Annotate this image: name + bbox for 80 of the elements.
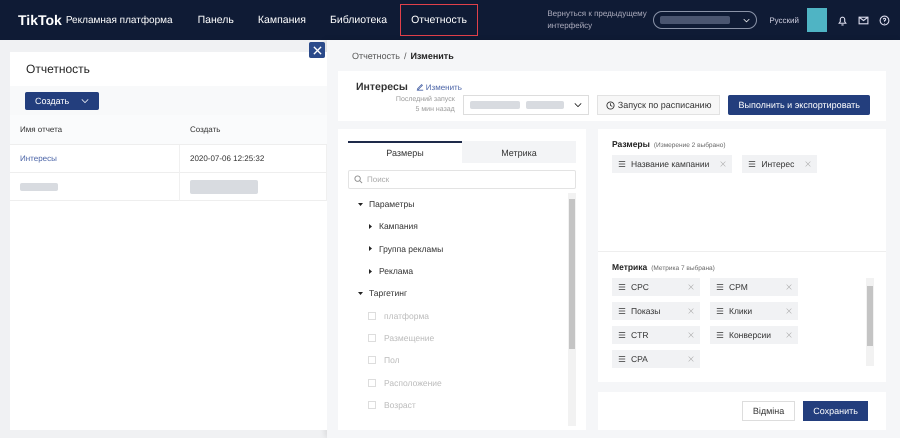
blurred-text	[190, 180, 258, 194]
selected-chip[interactable]: CPM	[710, 278, 798, 296]
remove-icon[interactable]	[786, 332, 792, 338]
save-button[interactable]: Сохранить	[803, 401, 868, 421]
remove-icon[interactable]	[688, 308, 694, 314]
caret-icon	[368, 246, 373, 252]
caret-icon	[368, 224, 373, 229]
scrollbar[interactable]	[568, 193, 576, 426]
tree-item[interactable]: Таргетинг	[358, 282, 568, 304]
scrollbar[interactable]	[866, 278, 874, 366]
remove-icon[interactable]	[688, 356, 694, 362]
selected-chip[interactable]: Клики	[710, 302, 798, 320]
panel-tab[interactable]: Метрика	[462, 141, 576, 163]
close-icon	[312, 46, 322, 54]
avatar-placeholder[interactable]	[807, 8, 827, 32]
drag-handle-icon	[716, 307, 724, 315]
remove-icon[interactable]	[805, 161, 812, 167]
language-label[interactable]: Русский	[769, 16, 799, 24]
selected-chip[interactable]: CPA	[612, 350, 700, 368]
page-title: Отчетность	[25, 61, 91, 78]
drag-handle-icon	[618, 355, 626, 363]
caret-icon	[358, 202, 363, 207]
search-field[interactable]: Поиск	[348, 170, 576, 189]
nav-tab[interactable]: Кампания	[246, 4, 317, 36]
nav-tab[interactable]: Библиотека	[318, 4, 398, 36]
column-header: Имя отчета	[10, 115, 180, 145]
date-select[interactable]	[462, 95, 589, 115]
drag-handle-icon	[618, 283, 626, 291]
tree-item[interactable]: Реклама	[358, 260, 568, 282]
drag-handle-icon	[618, 160, 626, 168]
tree-item[interactable]: Параметры	[358, 193, 568, 216]
logo[interactable]: TikTok	[18, 12, 62, 28]
account-dropdown[interactable]	[653, 11, 758, 29]
cancel-button[interactable]: Відміна	[742, 401, 796, 421]
tree-item[interactable]: Группа рекламы	[358, 238, 568, 260]
selected-chip[interactable]: Интерес	[742, 155, 818, 173]
caret-icon	[368, 268, 373, 274]
remove-icon[interactable]	[688, 284, 694, 290]
selected-chip[interactable]: CTR	[612, 326, 700, 344]
breadcrumb-link[interactable]: Отчетность	[352, 50, 400, 60]
remove-icon[interactable]	[720, 161, 726, 167]
selected-chip[interactable]: Название кампании	[612, 155, 732, 173]
section-title: Размеры	[612, 139, 650, 149]
chevron-icon	[743, 16, 750, 24]
create-button[interactable]: Создать	[25, 92, 100, 110]
chevron-icon	[574, 101, 582, 109]
back-link[interactable]: Вернуться к предыдущему интерфейсу	[547, 8, 648, 32]
nav-tab[interactable]: Отчетность	[400, 4, 478, 36]
edit-link[interactable]: Изменить	[416, 82, 462, 92]
tree-item[interactable]: Кампания	[358, 215, 568, 238]
report-link[interactable]: Интересы	[10, 145, 180, 173]
caret-icon	[358, 290, 363, 296]
remove-icon[interactable]	[688, 332, 694, 338]
drag-handle-icon	[618, 331, 626, 339]
column-header: Создать	[180, 115, 327, 145]
selected-chip[interactable]: CPC	[612, 278, 700, 296]
breadcrumb-separator: /	[404, 50, 406, 60]
drag-handle-icon	[748, 160, 756, 168]
clock-icon	[606, 100, 615, 110]
section-title: Метрика	[612, 262, 648, 272]
chevron-icon	[81, 97, 90, 105]
mail-icon[interactable]	[858, 14, 869, 26]
pencil-icon	[416, 83, 424, 91]
close-button[interactable]	[309, 42, 325, 58]
nav-tab[interactable]: Панель	[186, 4, 245, 36]
breadcrumb-current: Изменить	[410, 50, 454, 60]
drag-handle-icon	[716, 331, 724, 339]
report-name: Интересы	[356, 81, 408, 93]
blurred-text	[20, 182, 58, 190]
drag-handle-icon	[618, 307, 626, 315]
help-icon[interactable]	[879, 14, 890, 26]
bell-icon[interactable]	[837, 14, 848, 26]
drag-handle-icon	[716, 283, 724, 291]
selected-chip[interactable]: Показы	[612, 302, 700, 320]
selected-chip[interactable]: Конверсии	[710, 326, 798, 344]
remove-icon[interactable]	[786, 308, 792, 314]
logo-subtitle: Рекламная платформа	[66, 14, 173, 26]
schedule-button[interactable]: Запуск по расписанию	[596, 95, 720, 115]
remove-icon[interactable]	[786, 284, 792, 290]
run-export-button[interactable]: Выполнить и экспортировать	[728, 95, 870, 115]
